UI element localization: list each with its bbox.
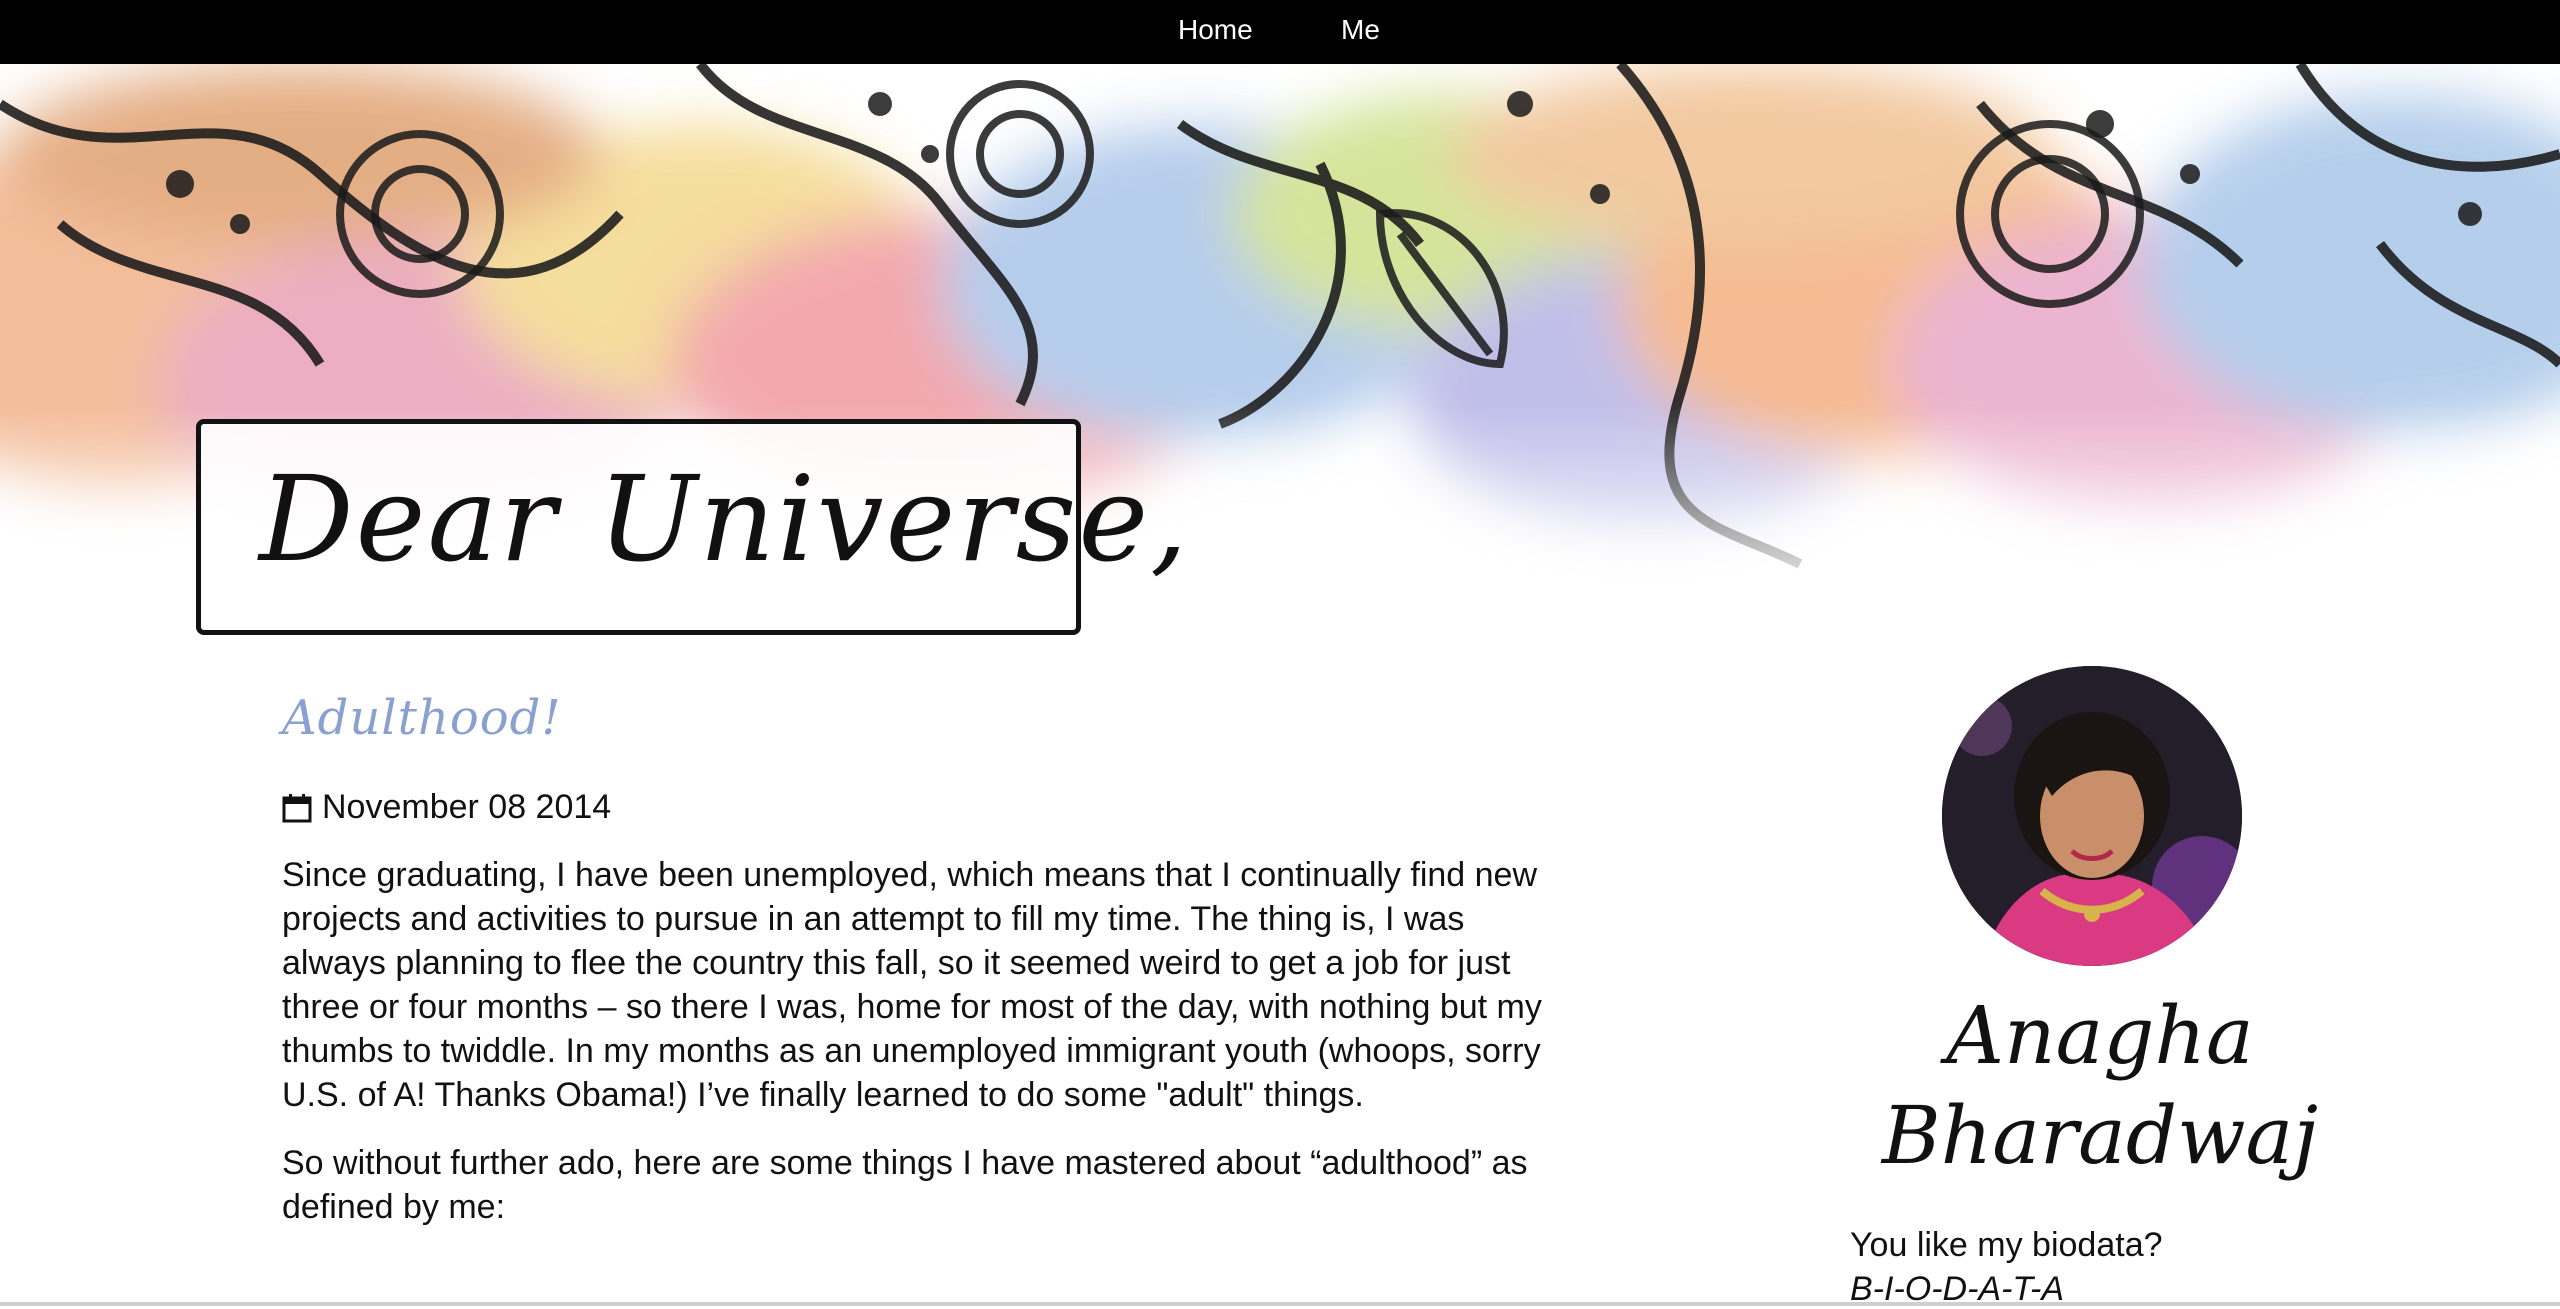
nav-home-link[interactable]: Home xyxy=(1178,12,1253,48)
post-title[interactable]: Adulthood! xyxy=(282,690,1562,746)
blog-title: Dear Universe, xyxy=(259,450,1190,588)
post-paragraph: Since graduating, I have been unemployed… xyxy=(282,856,1542,1114)
author-name-line2: Bharadwaj xyxy=(1881,1089,2319,1182)
author-name-line1: Anagha xyxy=(1946,989,2254,1082)
biodata-question: You like my biodata? xyxy=(1850,1226,2163,1264)
window-bottom-divider xyxy=(0,1302,2560,1306)
top-nav-bar: Home Me xyxy=(0,0,2560,64)
blog-post: Adulthood! November 08 2014 Since gradua… xyxy=(282,690,1562,1229)
nav-me-link[interactable]: Me xyxy=(1341,12,1380,48)
blog-title-box[interactable]: Dear Universe, xyxy=(196,419,1188,635)
post-date-text: November 08 2014 xyxy=(322,788,612,826)
post-date: November 08 2014 xyxy=(282,788,1562,827)
post-paragraph: So without further ado, here are some th… xyxy=(282,1144,1528,1226)
author-avatar xyxy=(1942,666,2242,966)
author-name: Anagha Bharadwaj xyxy=(1850,986,2350,1186)
calendar-icon xyxy=(282,793,312,823)
